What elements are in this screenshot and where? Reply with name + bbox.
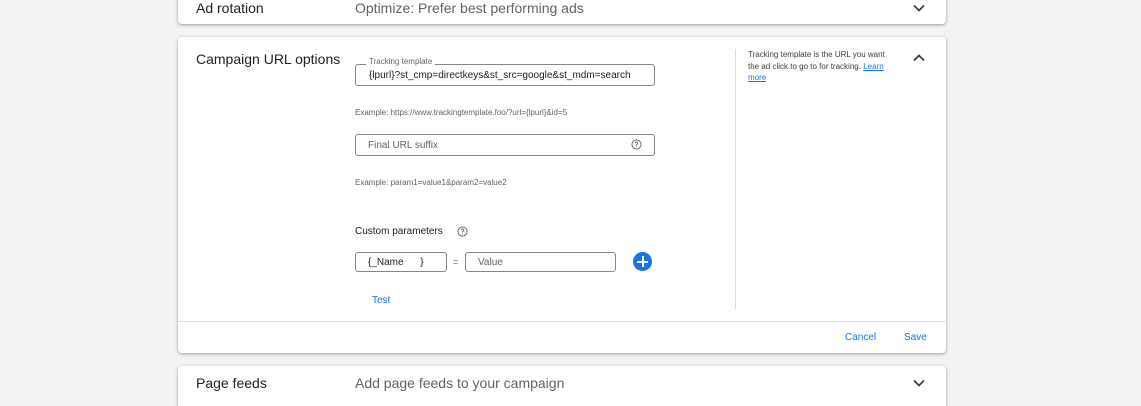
tracking-template-value: {lpurl}?st_cmp=directkeys&st_src=google&…	[369, 70, 631, 81]
chevron-down-icon[interactable]	[912, 1, 926, 15]
add-circle-icon[interactable]	[633, 252, 652, 271]
section-title: Campaign URL options	[196, 51, 341, 67]
final-url-suffix-placeholder: Final URL suffix	[368, 140, 439, 151]
ad-rotation-summary: Optimize: Prefer best performing ads	[355, 0, 584, 16]
custom-parameter-name-placeholder: {_Name }	[368, 257, 424, 268]
tracking-template-label: Tracking template	[366, 57, 436, 66]
vertical-divider	[735, 49, 736, 309]
cancel-button[interactable]: Cancel	[845, 332, 876, 343]
page-feeds-section[interactable]: Page feeds Add page feeds to your campai…	[178, 366, 946, 406]
page-feeds-title: Page feeds	[196, 375, 267, 391]
custom-parameter-value-placeholder: Value	[478, 257, 503, 268]
custom-parameters-label: Custom parameters	[355, 226, 443, 237]
equals-sign: =	[453, 257, 459, 267]
campaign-url-options-section: Campaign URL options Tracking template {…	[178, 37, 946, 353]
chevron-up-icon[interactable]	[912, 51, 926, 65]
ad-rotation-section[interactable]: Ad rotation Optimize: Prefer best perfor…	[178, 0, 946, 24]
help-circle-icon[interactable]	[631, 139, 642, 150]
ad-rotation-title: Ad rotation	[196, 0, 264, 16]
chevron-down-icon[interactable]	[912, 376, 926, 390]
test-button[interactable]: Test	[372, 295, 390, 306]
footer-divider	[178, 321, 946, 322]
custom-parameter-value-input[interactable]: Value	[465, 252, 616, 272]
final-url-suffix-example: Example: param1=value1&param2=value2	[355, 178, 507, 187]
page-feeds-summary: Add page feeds to your campaign	[355, 375, 565, 391]
help-circle-icon[interactable]	[457, 226, 468, 237]
save-button[interactable]: Save	[904, 332, 927, 343]
help-panel: Tracking template is the URL you want th…	[748, 49, 893, 84]
tracking-template-field[interactable]: Tracking template {lpurl}?st_cmp=directk…	[355, 57, 655, 86]
final-url-suffix-field[interactable]: Final URL suffix	[355, 134, 655, 156]
tracking-template-example: Example: https://www.trackingtemplate.fo…	[355, 108, 568, 117]
custom-parameter-name-input[interactable]: {_Name }	[355, 252, 447, 272]
